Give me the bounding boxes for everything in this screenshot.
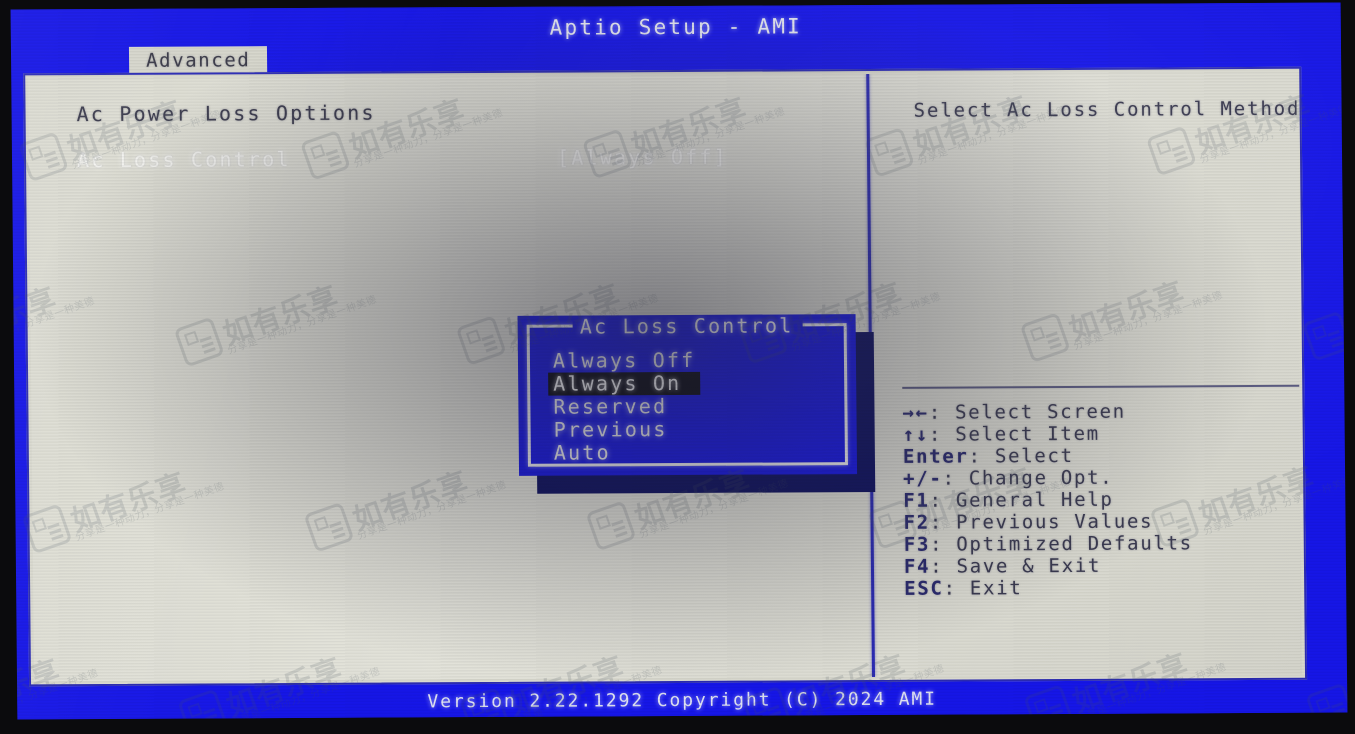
key-legend-glyph: →← xyxy=(902,401,929,424)
help-pane: Select Ac Loss Control Method →←: Select… xyxy=(869,72,1303,677)
dialog-title: Ac Loss Control xyxy=(579,313,794,339)
key-legend-row: F4: Save & Exit xyxy=(904,554,1302,578)
content-panel: Ac Power Loss Options Ac Loss Control [A… xyxy=(23,66,1308,687)
dialog-option-selected[interactable]: Always On xyxy=(548,371,701,396)
watermark-text: 如有乐享 xyxy=(1345,268,1348,347)
setting-value-ac-loss-control[interactable]: [Always Off] xyxy=(557,145,728,170)
bios-screen: Aptio Setup - AMI Advanced Ac Power Loss… xyxy=(10,2,1348,720)
footer-version: Version 2.22.1292 Copyright (C) 2024 AMI xyxy=(17,682,1348,720)
screen-perspective-wrapper: Aptio Setup - AMI Advanced Ac Power Loss… xyxy=(10,2,1348,724)
dialog-option[interactable]: Auto xyxy=(549,440,702,465)
key-legend-glyph: +/- xyxy=(903,467,943,490)
key-legend-row: Enter: Select xyxy=(903,444,1302,468)
key-legend-glyph: F1 xyxy=(903,489,930,512)
key-legend-row: F1: General Help xyxy=(903,488,1302,512)
key-legend-row: F3: Optimized Defaults xyxy=(904,532,1302,556)
key-legend-text: : Select Screen xyxy=(928,400,1126,424)
key-legend-text: : Change Opt. xyxy=(942,466,1114,490)
key-legend-glyph: F2 xyxy=(903,511,930,534)
dialog-option[interactable]: Previous xyxy=(549,417,702,442)
key-legend-glyph: ↑↓ xyxy=(902,423,930,446)
key-legend-text: : Optimized Defaults xyxy=(929,532,1193,556)
dialog-option[interactable]: Always Off xyxy=(548,348,701,373)
monitor-photo: Aptio Setup - AMI Advanced Ac Power Loss… xyxy=(0,0,1355,734)
ac-loss-control-dialog[interactable]: Ac Loss Control Always Off Always On Reser… xyxy=(517,313,858,476)
key-legend-text: : General Help xyxy=(929,488,1114,512)
dialog-option[interactable]: Reserved xyxy=(548,394,701,419)
key-legend-text: : Select Item xyxy=(928,422,1100,446)
help-separator xyxy=(902,384,1303,389)
key-legend-list: →←: Select Screen ↑↓: Select Item Enter: S… xyxy=(902,400,1302,600)
key-legend-text: : Exit xyxy=(943,577,1023,600)
key-legend-text: : Save & Exit xyxy=(930,554,1102,578)
key-legend-glyph: F4 xyxy=(903,555,931,578)
watermark: 如有乐享分享是一种动力，分享是一种美德 xyxy=(1301,268,1348,363)
key-legend-text: : Select xyxy=(968,444,1074,468)
key-legend-row: +/-: Change Opt. xyxy=(903,466,1302,490)
setting-row-ac-loss-control[interactable]: Ac Loss Control [Always Off] xyxy=(29,144,867,176)
key-legend-row: F2: Previous Values xyxy=(903,510,1302,534)
content-panel-inner: Ac Power Loss Options Ac Loss Control [A… xyxy=(28,71,1303,682)
key-legend-row: ESC: Exit xyxy=(904,576,1302,600)
dialog-option-list: Always Off Always On Reserved Previous Auto xyxy=(548,348,702,465)
watermark-logo-icon xyxy=(1301,310,1348,362)
key-legend-glyph: Enter xyxy=(902,445,969,468)
help-description: Select Ac Loss Control Method xyxy=(913,97,1301,122)
section-title: Ac Power Loss Options xyxy=(76,100,376,127)
key-legend-text: : Previous Values xyxy=(929,510,1154,534)
key-legend-glyph: F3 xyxy=(903,533,931,556)
key-legend-row: ↑↓: Select Item xyxy=(903,422,1302,446)
key-legend-glyph: ESC xyxy=(904,577,944,600)
key-legend-row: →←: Select Screen xyxy=(902,400,1302,424)
setting-label-ac-loss-control: Ac Loss Control xyxy=(76,147,291,173)
